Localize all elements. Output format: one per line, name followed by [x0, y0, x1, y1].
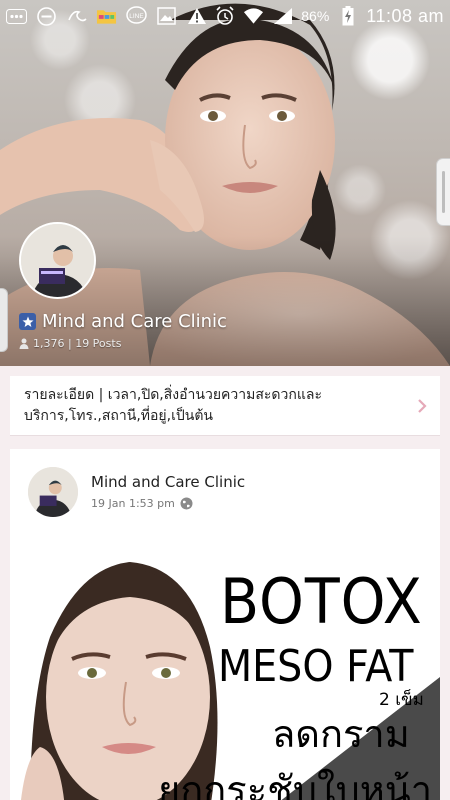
right-drawer-handle[interactable] [436, 158, 450, 226]
post-card[interactable]: Mind and Care Clinic 19 Jan 1:53 pm BOTO… [10, 449, 440, 800]
alarm-icon [214, 6, 235, 26]
page-avatar[interactable] [19, 222, 96, 299]
person-icon [19, 338, 29, 349]
wifi-icon [243, 7, 264, 26]
globe-icon [180, 497, 193, 510]
swirl-app-icon [66, 7, 87, 26]
post-image-line-reduce: ลดกราม [272, 712, 410, 756]
post-timestamp: 19 Jan 1:53 pm [91, 497, 175, 510]
warning-icon [186, 7, 207, 26]
post-image-headline: BOTOX [220, 565, 423, 638]
page-title-row: Mind and Care Clinic [19, 311, 227, 332]
verified-star-icon [19, 313, 36, 330]
status-time: 11:08 am [366, 5, 444, 26]
svg-text:LINE: LINE [129, 13, 144, 20]
line-icon: LINE [126, 6, 147, 26]
left-drawer-handle[interactable] [0, 288, 8, 352]
bbm-icon [6, 7, 27, 26]
chevron-right-icon [418, 399, 427, 413]
page-stats: 1,376 | 19 Posts [19, 337, 121, 350]
post-author-avatar[interactable] [28, 467, 78, 517]
followers-and-posts: 1,376 | 19 Posts [33, 337, 122, 350]
post-image-subheadline: MESO FAT [218, 641, 414, 692]
post-author-name[interactable]: Mind and Care Clinic [91, 473, 245, 491]
post-image[interactable]: BOTOX MESO FAT 2 เข็ม ลดกราม ยกกระชับใบห… [10, 547, 440, 800]
do-not-disturb-icon [36, 6, 57, 26]
page-info-card[interactable]: รายละเอียด | เวลา,ปิด,สิ่งอำนวยความสะดวก… [10, 376, 440, 436]
page-info-text: รายละเอียด | เวลา,ปิด,สิ่งอำนวยความสะดวก… [24, 386, 322, 424]
battery-charging-icon [337, 6, 358, 26]
post-meta: 19 Jan 1:53 pm [91, 497, 193, 510]
gallery-icon [156, 7, 177, 26]
folder-icon [96, 7, 117, 26]
post-image-line-lift: ยกกระชับใบหน้า [158, 768, 433, 800]
signal-icon [272, 7, 293, 26]
status-bar: LINE 86% 11:08 am [0, 0, 450, 32]
battery-percent: 86% [301, 8, 330, 24]
page-title[interactable]: Mind and Care Clinic [42, 311, 227, 332]
